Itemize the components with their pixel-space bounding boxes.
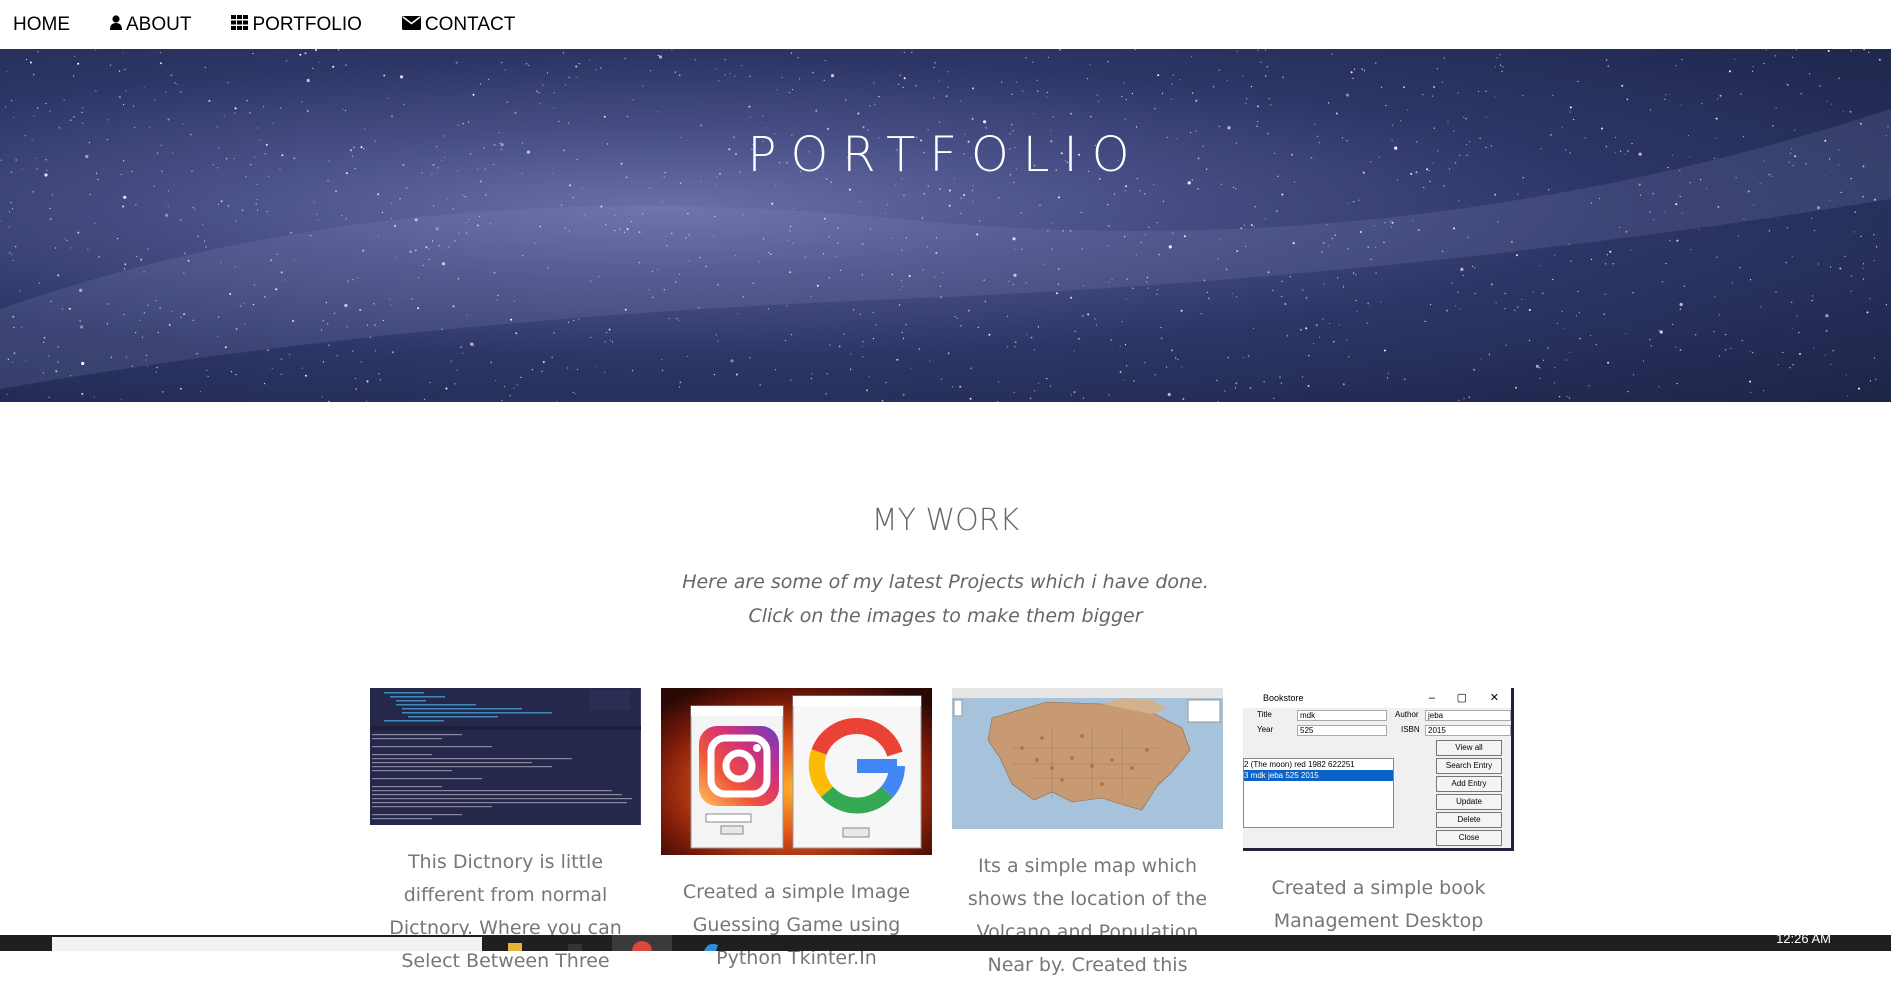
nav-contact-label: CONTACT bbox=[424, 13, 516, 35]
grid-icon bbox=[231, 14, 249, 36]
bookstore-list-item-selected: 3 mdk jeba 525 2015 bbox=[1244, 770, 1393, 781]
project-thumb-image-game[interactable] bbox=[661, 688, 932, 855]
nav-about-label: ABOUT bbox=[126, 13, 192, 35]
bookstore-search-button: Search Entry bbox=[1436, 758, 1502, 774]
bookstore-author-label: Author bbox=[1395, 710, 1419, 719]
bookstore-window-title: Bookstore bbox=[1263, 693, 1304, 703]
code-editor-screenshot bbox=[370, 688, 641, 825]
bookstore-list-item: 2 (The moon) red 1982 622251 bbox=[1244, 760, 1355, 769]
user-icon bbox=[110, 14, 122, 36]
taskbar-app-icon[interactable] bbox=[560, 935, 590, 951]
bookstore-title-label: Title bbox=[1257, 710, 1272, 719]
bookstore-title-input: mdk bbox=[1297, 710, 1387, 721]
project-thumb-dictionary[interactable] bbox=[370, 688, 641, 825]
nav-about[interactable]: ABOUT bbox=[110, 14, 191, 36]
section-subtitle-line1: Here are some of my latest Projects whic… bbox=[682, 571, 1209, 593]
project-card-image-game: Created a simple Image Guessing Game usi… bbox=[661, 688, 932, 975]
hero-title: PORTFOLIO bbox=[747, 127, 1144, 183]
bookstore-delete-button: Delete bbox=[1436, 812, 1502, 828]
envelope-icon bbox=[401, 14, 421, 36]
bookstore-author-input: jeba bbox=[1425, 710, 1511, 721]
project-thumb-bookstore[interactable]: Bookstore ✕ ▢ – Title mdk Author jeba Ye… bbox=[1243, 688, 1514, 851]
taskbar-chrome-icon[interactable] bbox=[612, 935, 672, 951]
taskbar-file-explorer-icon[interactable] bbox=[500, 935, 530, 951]
section-subtitle-line2: Click on the images to make them bigger bbox=[748, 605, 1143, 627]
taskbar-clock: 12:26 AM bbox=[1776, 935, 1831, 946]
bookstore-add-button: Add Entry bbox=[1436, 776, 1502, 792]
hero-banner: PORTFOLIO bbox=[0, 49, 1891, 402]
bookstore-isbn-label: ISBN bbox=[1401, 725, 1420, 734]
top-nav: HOME ABOUT PORTFOLIO CONTACT bbox=[0, 0, 1891, 49]
project-desc-volcano-map: Its a simple map which shows the locatio… bbox=[967, 855, 1208, 976]
section-title: MY WORK bbox=[871, 503, 1020, 538]
taskbar-edge-icon[interactable] bbox=[696, 935, 726, 951]
os-taskbar: 12:26 AM bbox=[0, 935, 1891, 951]
project-desc-bookstore: Created a simple book Management Desktop bbox=[1271, 877, 1486, 932]
nav-contact[interactable]: CONTACT bbox=[401, 13, 516, 36]
project-desc-dictionary: This Dictnory is little different from n… bbox=[389, 851, 622, 972]
taskbar-search-box[interactable] bbox=[52, 937, 482, 951]
project-thumb-volcano-map[interactable] bbox=[952, 688, 1223, 829]
bookstore-listbox: 2 (The moon) red 1982 622251 3 mdk jeba … bbox=[1243, 758, 1394, 828]
volcano-map-screenshot bbox=[952, 688, 1223, 829]
bookstore-update-button: Update bbox=[1436, 794, 1502, 810]
nav-portfolio[interactable]: PORTFOLIO bbox=[231, 13, 362, 36]
project-card-bookstore: Bookstore ✕ ▢ – Title mdk Author jeba Ye… bbox=[1243, 688, 1514, 938]
nav-portfolio-label: PORTFOLIO bbox=[252, 13, 362, 35]
project-desc-image-game: Created a simple Image Guessing Game usi… bbox=[682, 881, 911, 969]
image-game-screenshot bbox=[661, 688, 932, 855]
bookstore-year-input: 525 bbox=[1297, 725, 1387, 736]
bookstore-button-column: View all Search Entry Add Entry Update D… bbox=[1436, 740, 1502, 846]
bookstore-close-button: Close bbox=[1436, 830, 1502, 846]
bookstore-view-all-button: View all bbox=[1436, 740, 1502, 756]
bookstore-isbn-input: 2015 bbox=[1425, 725, 1511, 736]
starfield-background bbox=[0, 49, 1891, 402]
nav-home-label: HOME bbox=[13, 13, 70, 35]
nav-home[interactable]: HOME bbox=[13, 14, 70, 36]
bookstore-year-label: Year bbox=[1257, 725, 1274, 734]
